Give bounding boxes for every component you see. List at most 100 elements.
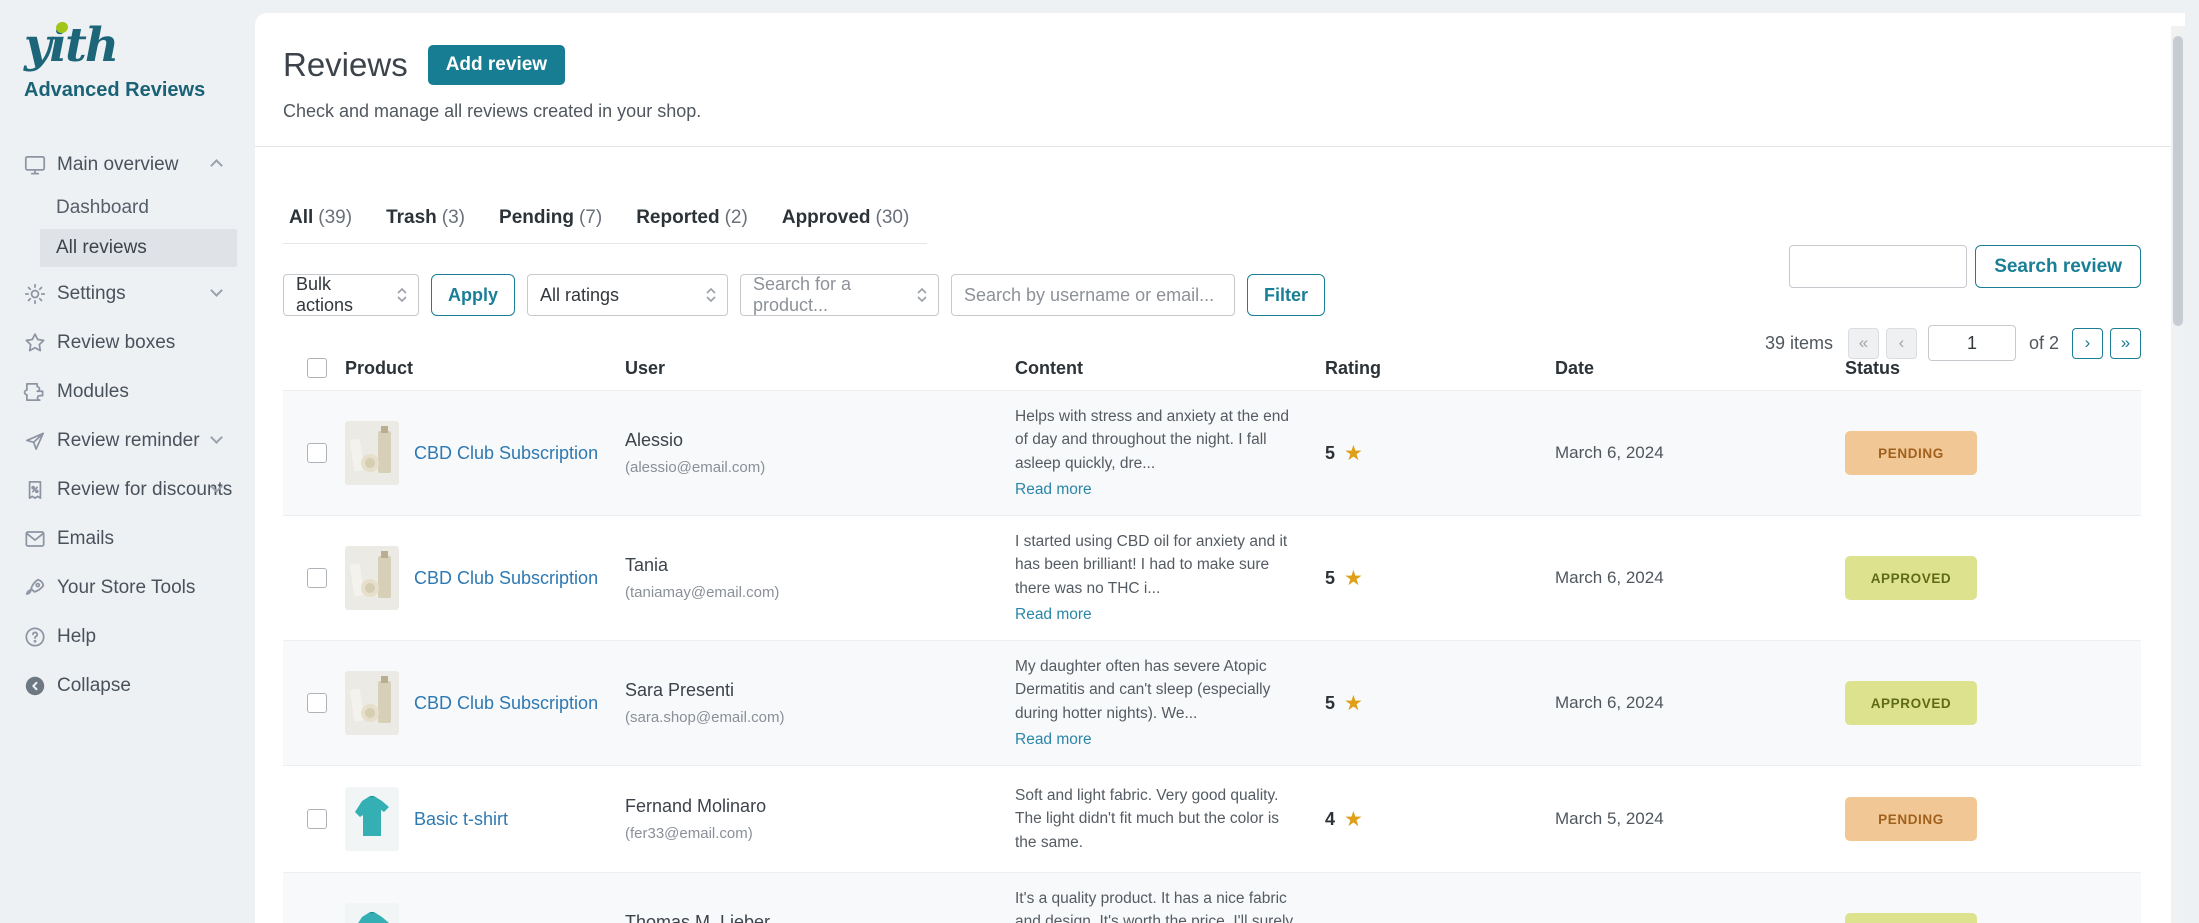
sidebar-item-modules[interactable]: Modules: [0, 367, 255, 416]
product-link[interactable]: CBD Club Subscription: [414, 693, 598, 714]
product-link[interactable]: CBD Club Subscription: [414, 443, 598, 464]
add-review-button[interactable]: Add review: [428, 45, 565, 85]
column-header-user: User: [625, 358, 1015, 379]
review-content: I started using CBD oil for anxiety and …: [1015, 533, 1287, 597]
row-checkbox[interactable]: [307, 568, 327, 588]
row-checkbox[interactable]: [307, 809, 327, 829]
select-all-checkbox[interactable]: [307, 358, 327, 378]
review-date: March 6, 2024: [1555, 693, 1845, 713]
sidebar-item-help[interactable]: Help: [0, 612, 255, 661]
puzzle-icon: [22, 379, 48, 405]
sidebar-item-label: Emails: [57, 528, 114, 550]
status-tabs: All(39) Trash(3) Pending(7) Reported(2) …: [283, 207, 927, 244]
yith-logo-text: yith: [24, 18, 117, 73]
current-page-input[interactable]: [1928, 325, 2016, 361]
search-review-button[interactable]: Search review: [1975, 245, 2141, 288]
search-review-group: Search review: [1789, 245, 2141, 288]
rating-value: 5: [1325, 568, 1335, 589]
next-page-button[interactable]: ›: [2072, 328, 2103, 359]
read-more-link[interactable]: Read more: [1015, 478, 1295, 501]
product-image: [345, 787, 399, 851]
product-image: [345, 903, 399, 923]
user-name: Thomas M. Lieber: [625, 912, 1015, 923]
status-badge: PENDING: [1845, 797, 1977, 841]
total-pages-label: of 2: [2029, 333, 2059, 354]
star-icon: ★: [1344, 566, 1363, 590]
tab-all[interactable]: All(39): [289, 207, 352, 229]
reviews-table: Product User Content Rating Date Status …: [283, 346, 2141, 923]
status-badge: PENDING: [1845, 431, 1977, 475]
page-subtitle: Check and manage all reviews created in …: [283, 101, 2141, 122]
sidebar-item-label: All reviews: [56, 237, 147, 259]
scrollbar-thumb[interactable]: [2173, 36, 2183, 326]
help-icon: [22, 624, 48, 650]
star-icon: [22, 330, 48, 356]
search-review-input[interactable]: [1789, 245, 1967, 288]
table-row: Basic t-shirt Fernand Molinaro (fer33@em…: [283, 765, 2141, 872]
sidebar-item-collapse[interactable]: Collapse: [0, 661, 255, 710]
prev-page-button[interactable]: ‹: [1886, 328, 1917, 359]
sidebar-item-label: Main overview: [57, 154, 178, 176]
sidebar-item-review-boxes[interactable]: Review boxes: [0, 318, 255, 367]
plugin-name: Advanced Reviews: [0, 69, 255, 102]
review-content: My daughter often has severe Atopic Derm…: [1015, 658, 1270, 722]
user-name: Alessio: [625, 430, 1015, 451]
user-email: (alessio@email.com): [625, 459, 1015, 476]
gear-icon: [22, 281, 48, 307]
all-ratings-select[interactable]: All ratings: [527, 274, 728, 316]
tab-trash[interactable]: Trash(3): [386, 207, 465, 229]
product-image: [345, 546, 399, 610]
scrollbar-track[interactable]: [2171, 26, 2185, 923]
column-header-content: Content: [1015, 358, 1325, 379]
last-page-button[interactable]: »: [2110, 328, 2141, 359]
tab-approved[interactable]: Approved(30): [782, 207, 909, 229]
table-row: CBD Club Subscription Alessio (alessio@e…: [283, 390, 2141, 515]
status-badge: APPROVED: [1845, 556, 1977, 600]
sidebar-item-label: Dashboard: [56, 197, 149, 219]
filter-button[interactable]: Filter: [1247, 274, 1325, 316]
user-email: (sara.shop@email.com): [625, 709, 1015, 726]
read-more-link[interactable]: Read more: [1015, 728, 1295, 751]
username-email-input[interactable]: [951, 274, 1235, 316]
product-image: [345, 671, 399, 735]
items-count: 39 items: [1765, 333, 1833, 354]
sidebar-item-label: Modules: [57, 381, 129, 403]
sidebar-item-label: Help: [57, 626, 96, 648]
product-link[interactable]: CBD Club Subscription: [414, 568, 598, 589]
review-content: It's a quality product. It has a nice fa…: [1015, 890, 1293, 923]
read-more-link[interactable]: Read more: [1015, 603, 1295, 626]
reviews-body: Search review All(39) Trash(3) Pending(7…: [255, 207, 2185, 923]
pagination: 39 items « ‹ of 2 › »: [1765, 325, 2141, 361]
sidebar-item-review-reminder[interactable]: Review reminder: [0, 416, 255, 465]
sidebar-menu: Main overview Dashboard All reviews Sett…: [0, 140, 255, 710]
sidebar-item-all-reviews[interactable]: All reviews: [40, 229, 237, 267]
review-content: Helps with stress and anxiety at the end…: [1015, 408, 1289, 472]
table-row: CBD Club Subscription Sara Presenti (sar…: [283, 640, 2141, 765]
rating-value: 5: [1325, 693, 1335, 714]
review-date: March 5, 2024: [1555, 809, 1845, 829]
sidebar-item-review-for-discounts[interactable]: Review for discounts: [0, 465, 255, 514]
status-badge: APPROVED: [1845, 681, 1977, 725]
product-image: [345, 421, 399, 485]
sidebar-item-settings[interactable]: Settings: [0, 269, 255, 318]
user-email: (taniamay@email.com): [625, 584, 1015, 601]
apply-button[interactable]: Apply: [431, 274, 515, 316]
product-link[interactable]: Basic t-shirt: [414, 809, 508, 830]
row-checkbox[interactable]: [307, 443, 327, 463]
bulk-actions-select[interactable]: Bulk actions: [283, 274, 419, 316]
tab-reported[interactable]: Reported(2): [636, 207, 748, 229]
first-page-button[interactable]: «: [1848, 328, 1879, 359]
product-search-select[interactable]: Search for a product...: [740, 274, 939, 316]
tab-pending[interactable]: Pending(7): [499, 207, 602, 229]
chevron-down-icon: [210, 431, 223, 444]
monitor-icon: [22, 152, 48, 178]
row-checkbox[interactable]: [307, 693, 327, 713]
sidebar-item-emails[interactable]: Emails: [0, 514, 255, 563]
sidebar-item-label: Review for discounts: [57, 479, 232, 501]
status-badge: APPROVED: [1845, 913, 1977, 923]
chevron-up-icon: [210, 159, 223, 172]
sidebar-item-dashboard[interactable]: Dashboard: [0, 189, 255, 227]
rating-value: 5: [1325, 443, 1335, 464]
sidebar-item-your-store-tools[interactable]: Your Store Tools: [0, 563, 255, 612]
sidebar-item-main-overview[interactable]: Main overview: [0, 140, 255, 189]
